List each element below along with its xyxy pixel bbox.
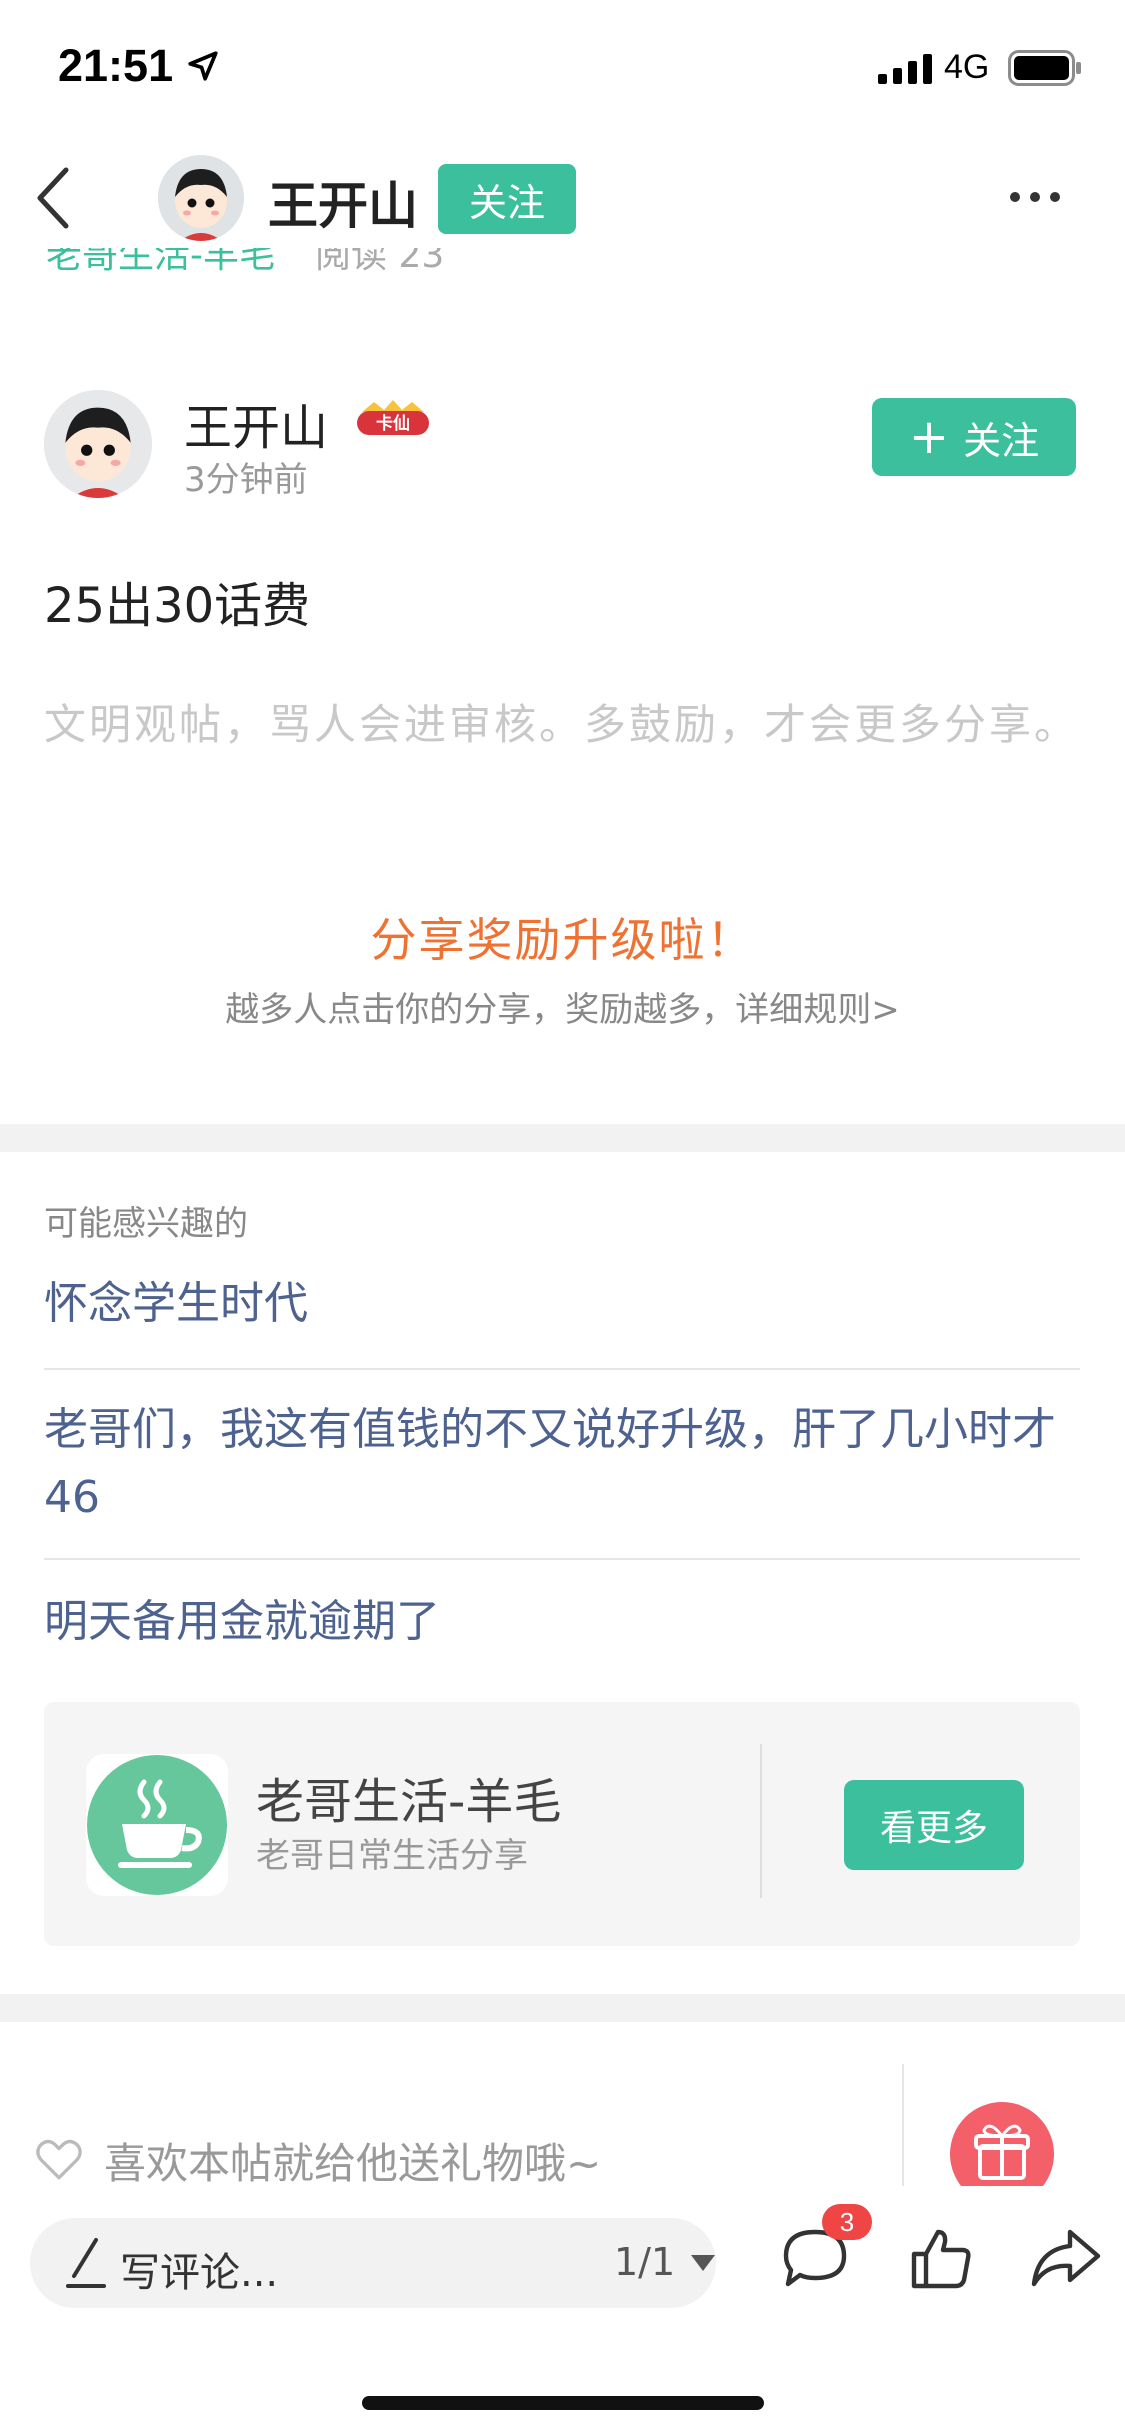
section-divider	[0, 1124, 1125, 1152]
more-options-icon[interactable]	[1008, 190, 1062, 204]
comment-count-badge: 3	[822, 2204, 872, 2240]
author-follow-label: 关注	[963, 418, 1040, 463]
location-arrow-icon	[188, 51, 218, 81]
badge-label: 卡仙	[376, 413, 410, 434]
post-title: 25出30话费	[44, 578, 311, 634]
pen-icon	[66, 2238, 106, 2288]
gift-divider	[902, 2064, 904, 2186]
share-arrow-icon[interactable]	[1030, 2226, 1102, 2290]
comment-placeholder: 写评论...	[120, 2250, 279, 2296]
recommended-post[interactable]: 明天备用金就逾期了	[44, 1588, 1080, 1656]
battery-icon	[1008, 50, 1081, 86]
coffee-cup-icon	[87, 1755, 227, 1895]
list-divider	[44, 1368, 1080, 1370]
section-divider	[0, 1994, 1125, 2022]
post-notice: 文明观帖，骂人会进审核。多鼓励，才会更多分享。	[44, 700, 1080, 749]
plus-icon: +	[908, 409, 950, 465]
group-logo	[86, 1754, 228, 1896]
group-name: 老哥生活-羊毛	[256, 1774, 562, 1830]
see-more-button[interactable]: 看更多	[844, 1780, 1024, 1870]
clipped-read-count: 阅读 23	[315, 248, 445, 276]
recommended-post[interactable]: 老哥们，我这有值钱的不又说好升级，肝了几小时才46	[44, 1396, 1080, 1532]
gift-button[interactable]	[940, 2090, 1060, 2186]
avatar-cartoon-icon	[158, 155, 244, 241]
nav-avatar[interactable]	[158, 155, 244, 241]
author-avatar[interactable]	[44, 390, 152, 498]
nav-title: 王开山	[268, 177, 418, 235]
interest-label: 可能感兴趣的	[44, 1204, 248, 1244]
status-time: 21:51	[58, 40, 220, 92]
crown-badge-icon: 卡仙	[357, 400, 429, 435]
reward-rules-link[interactable]: 越多人点击你的分享，奖励越多，详细规则>	[0, 982, 1125, 1031]
like-thumb-icon[interactable]	[908, 2226, 974, 2292]
author-follow-button[interactable]: + 关注	[872, 398, 1076, 476]
back-chevron-icon[interactable]	[34, 166, 74, 230]
level-badge: 卡仙	[354, 398, 432, 438]
heart-outline-icon[interactable]	[34, 2136, 84, 2182]
gift-icon	[950, 2102, 1054, 2186]
dropdown-arrow-icon	[691, 2255, 716, 2271]
reward-title[interactable]: 分享奖励升级啦！	[0, 904, 1125, 970]
card-separator	[760, 1744, 762, 1898]
post-time: 3分钟前	[184, 460, 308, 500]
signal-icon	[878, 54, 932, 84]
gift-prompt: 喜欢本帖就给他送礼物哦~	[104, 2139, 602, 2188]
clipped-post-meta: 老哥生活-羊毛 阅读 23	[0, 248, 1125, 290]
home-indicator	[362, 2396, 764, 2410]
page-indicator[interactable]: 1/1	[614, 2240, 716, 2284]
clipped-group-link[interactable]: 老哥生活-羊毛	[46, 248, 275, 276]
nav-follow-button[interactable]: 关注	[438, 164, 576, 234]
list-divider	[44, 1558, 1080, 1560]
group-description: 老哥日常生活分享	[256, 1836, 528, 1876]
recommended-post[interactable]: 怀念学生时代	[44, 1270, 1080, 1338]
network-type: 4G	[944, 48, 990, 86]
avatar-cartoon-icon	[44, 390, 152, 498]
author-name[interactable]: 王开山	[184, 388, 328, 458]
